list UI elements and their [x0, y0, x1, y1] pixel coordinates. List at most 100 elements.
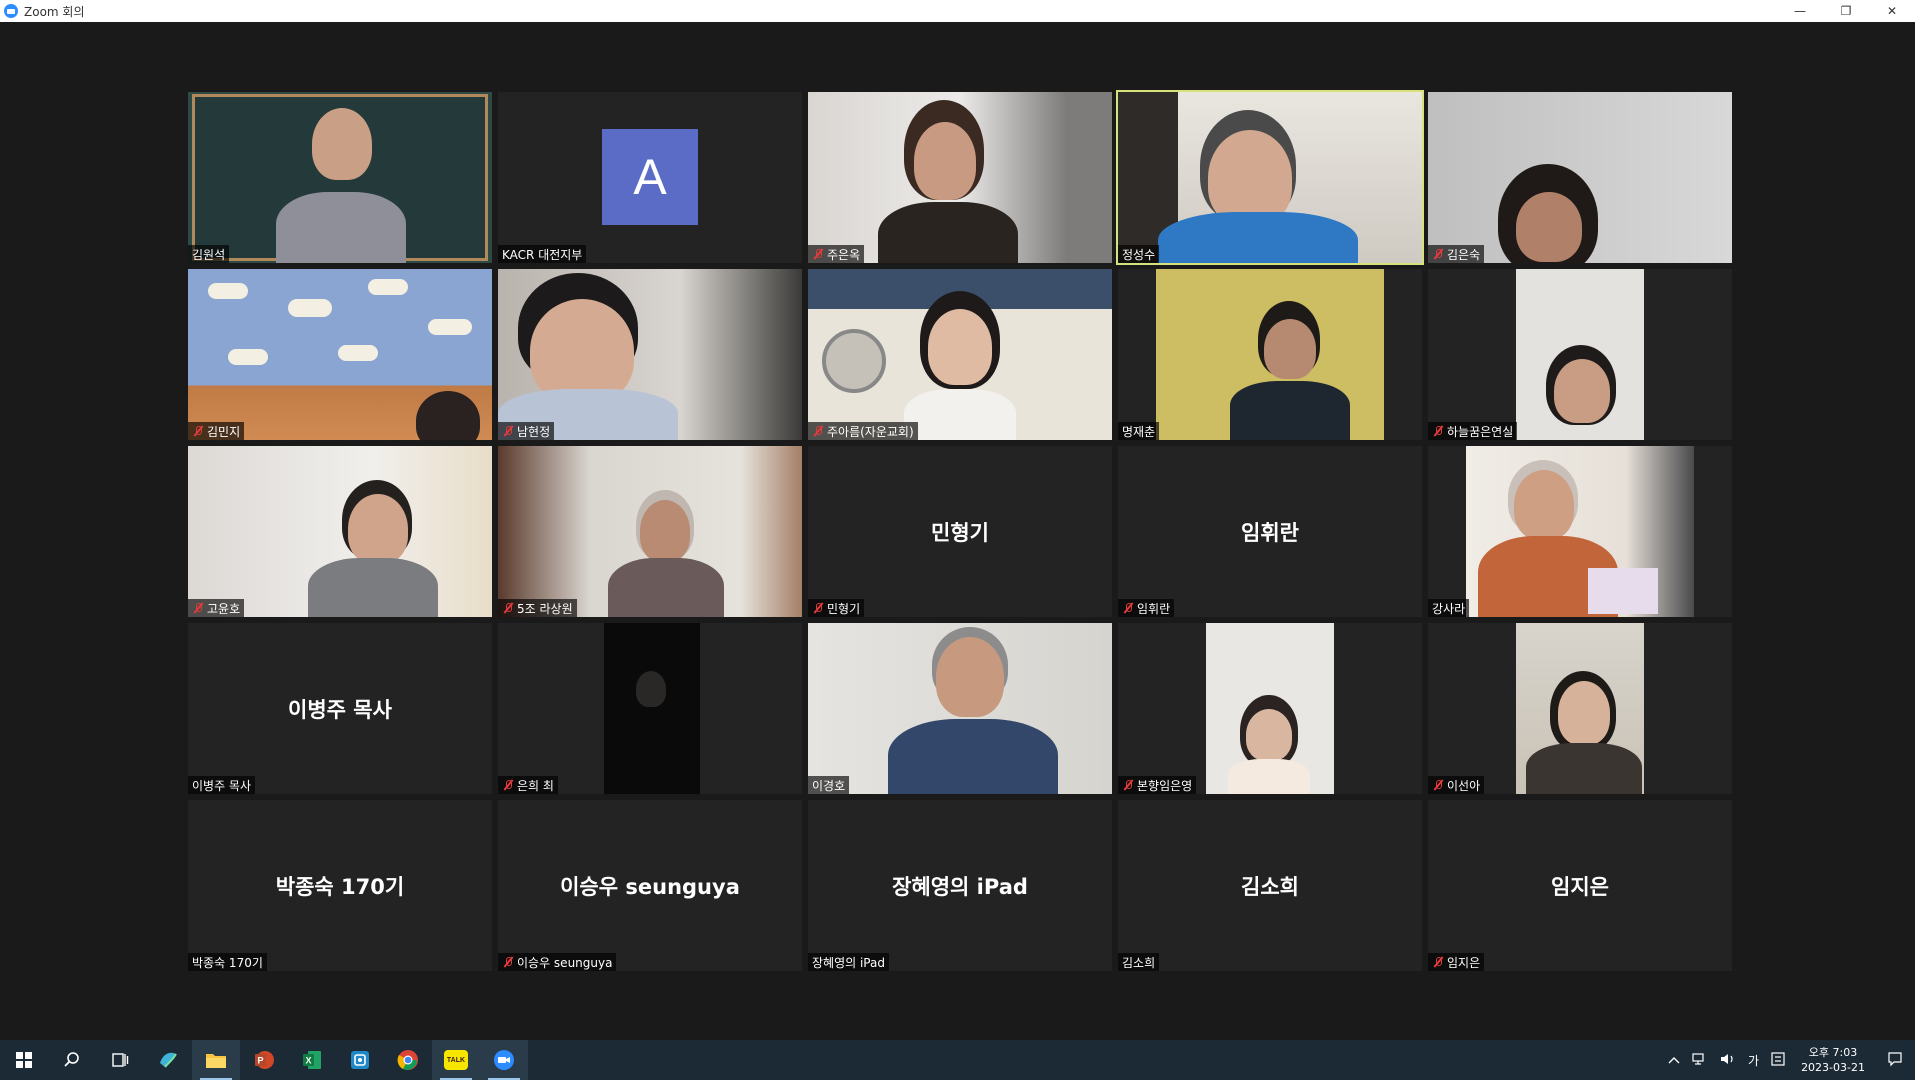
participant-display-name: 이병주 목사 [288, 697, 392, 722]
chrome-icon[interactable] [384, 1040, 432, 1080]
participant-tile[interactable]: A KACR 대전지부 [498, 92, 802, 263]
clock-time: 오후 7:03 [1808, 1046, 1858, 1059]
task-view-icon[interactable] [96, 1040, 144, 1080]
participant-tile[interactable]: 주아름(자운교회) [808, 269, 1112, 440]
muted-mic-icon [1432, 779, 1444, 791]
participant-name-tag: 이승우 seunguya [498, 953, 617, 971]
participant-tile[interactable]: 하늘꿈은연실 [1428, 269, 1732, 440]
search-icon[interactable] [48, 1040, 96, 1080]
participant-tile[interactable]: 이승우 seunguya 이승우 seunguya [498, 800, 802, 971]
ime-indicator[interactable]: 가 [1742, 1052, 1765, 1069]
close-button[interactable]: ✕ [1869, 0, 1915, 22]
participant-display-name: 임휘란 [1241, 520, 1299, 545]
participant-display-name: 임지은 [1551, 874, 1609, 899]
participant-name-tag: 김원석 [188, 245, 230, 263]
participant-tile[interactable]: 남현정 [498, 269, 802, 440]
participant-tile[interactable]: 박종숙 170기 박종숙 170기 [188, 800, 492, 971]
participant-name-tag: 주은옥 [808, 245, 865, 263]
muted-mic-icon [1432, 248, 1444, 260]
participant-tile[interactable]: 본향임은영 [1118, 623, 1422, 794]
participant-tile[interactable]: 민형기 민형기 [808, 446, 1112, 617]
participant-display-name: 이승우 seunguya [560, 874, 740, 899]
participant-tile[interactable]: 김원석 [188, 92, 492, 263]
participant-tile[interactable]: 이병주 목사 이병주 목사 [188, 623, 492, 794]
muted-mic-icon [1122, 779, 1134, 791]
muted-mic-icon [1432, 425, 1444, 437]
excel-icon[interactable]: X [288, 1040, 336, 1080]
muted-mic-icon [812, 602, 824, 614]
muted-mic-icon [1432, 956, 1444, 968]
participant-tile[interactable]: 임지은 임지은 [1428, 800, 1732, 971]
participant-display-name: 장혜영의 iPad [892, 874, 1028, 899]
participant-name-tag: 임휘란 [1118, 599, 1175, 617]
muted-mic-icon [192, 602, 204, 614]
participant-tile[interactable]: 은희 최 [498, 623, 802, 794]
participant-name-tag: 남현정 [498, 422, 555, 440]
participant-tile[interactable]: 명재춘 [1118, 269, 1422, 440]
participant-name-tag: 명재춘 [1118, 422, 1160, 440]
participant-name-tag: 김민지 [188, 422, 245, 440]
muted-mic-icon [812, 248, 824, 260]
notification-icon[interactable] [1875, 1051, 1915, 1070]
zoom-app-icon [4, 4, 18, 18]
gallery-grid: 김원석 A KACR 대전지부 주은옥 정성수 김은숙 김민지 남현정 주아름(… [188, 90, 1732, 971]
participant-tile[interactable]: 이선아 [1428, 623, 1732, 794]
powerpoint-icon[interactable]: P [240, 1040, 288, 1080]
ime-mode-icon[interactable] [1765, 1051, 1791, 1069]
participant-name-tag: 김은숙 [1428, 245, 1485, 263]
svg-text:X: X [306, 1056, 312, 1066]
participant-name-tag: 이병주 목사 [188, 776, 256, 794]
app-blue-icon[interactable] [336, 1040, 384, 1080]
zoom-icon[interactable] [480, 1040, 528, 1080]
volume-icon[interactable] [1714, 1052, 1742, 1069]
kakaotalk-label: TALK [446, 1056, 466, 1064]
participant-name-tag: 장혜영의 iPad [808, 953, 889, 971]
participant-name-tag: 김소희 [1118, 953, 1160, 971]
participant-tile[interactable]: 주은옥 [808, 92, 1112, 263]
windows-taskbar: P X TALK 가 오후 7:03 2023-03-21 [0, 1040, 1915, 1080]
zoom-window: Zoom 회의 — ❐ ✕ 김원석 A KACR 대전지부 주은옥 정성수 김은… [0, 0, 1915, 1080]
muted-mic-icon [502, 425, 514, 437]
kakaotalk-icon[interactable]: TALK [432, 1040, 480, 1080]
participant-tile[interactable]: 장혜영의 iPad 장혜영의 iPad [808, 800, 1112, 971]
participant-tile[interactable]: 김소희 김소희 [1118, 800, 1422, 971]
restore-button[interactable]: ❐ [1823, 0, 1869, 22]
muted-mic-icon [812, 425, 824, 437]
start-icon[interactable] [0, 1040, 48, 1080]
participant-tile[interactable]: 이경호 [808, 623, 1112, 794]
participant-name-tag: 고윤호 [188, 599, 245, 617]
system-tray: 가 오후 7:03 2023-03-21 [1662, 1040, 1915, 1080]
participant-name-tag: 5조 라상원 [498, 599, 577, 617]
svg-text:P: P [258, 1056, 264, 1066]
participant-name-tag: 은희 최 [498, 776, 558, 794]
muted-mic-icon [192, 425, 204, 437]
participant-name-tag: 하늘꿈은연실 [1428, 422, 1518, 440]
muted-mic-icon [502, 956, 514, 968]
show-hidden-icons-icon[interactable] [1662, 1053, 1686, 1067]
participant-tile[interactable]: 임휘란 임휘란 [1118, 446, 1422, 617]
participant-name-tag: 강사라 [1428, 599, 1470, 617]
participant-name-tag: 박종숙 170기 [188, 953, 267, 971]
participant-display-name: 김소희 [1241, 874, 1299, 899]
participant-name-tag: 이선아 [1428, 776, 1485, 794]
window-title: Zoom 회의 [24, 4, 85, 19]
file-explorer-icon[interactable] [192, 1040, 240, 1080]
participant-tile[interactable]: 5조 라상원 [498, 446, 802, 617]
participant-name-tag: 민형기 [808, 599, 865, 617]
muted-mic-icon [502, 602, 514, 614]
participant-name-tag: 본향임은영 [1118, 776, 1197, 794]
participant-name-tag: 이경호 [808, 776, 850, 794]
clock[interactable]: 오후 7:03 2023-03-21 [1791, 1045, 1875, 1075]
participant-tile[interactable]: 강사라 [1428, 446, 1732, 617]
title-bar: Zoom 회의 — ❐ ✕ [0, 0, 1915, 22]
participant-tile[interactable]: 고윤호 [188, 446, 492, 617]
participant-name-tag: 주아름(자운교회) [808, 422, 918, 440]
app-bird-icon[interactable] [144, 1040, 192, 1080]
minimize-button[interactable]: — [1777, 0, 1823, 22]
participant-tile[interactable]: 김민지 [188, 269, 492, 440]
network-icon[interactable] [1686, 1052, 1714, 1069]
participant-tile-active-speaker[interactable]: 정성수 [1116, 90, 1424, 265]
muted-mic-icon [1122, 602, 1134, 614]
participant-display-name: 민형기 [931, 520, 989, 545]
participant-tile[interactable]: 김은숙 [1428, 92, 1732, 263]
